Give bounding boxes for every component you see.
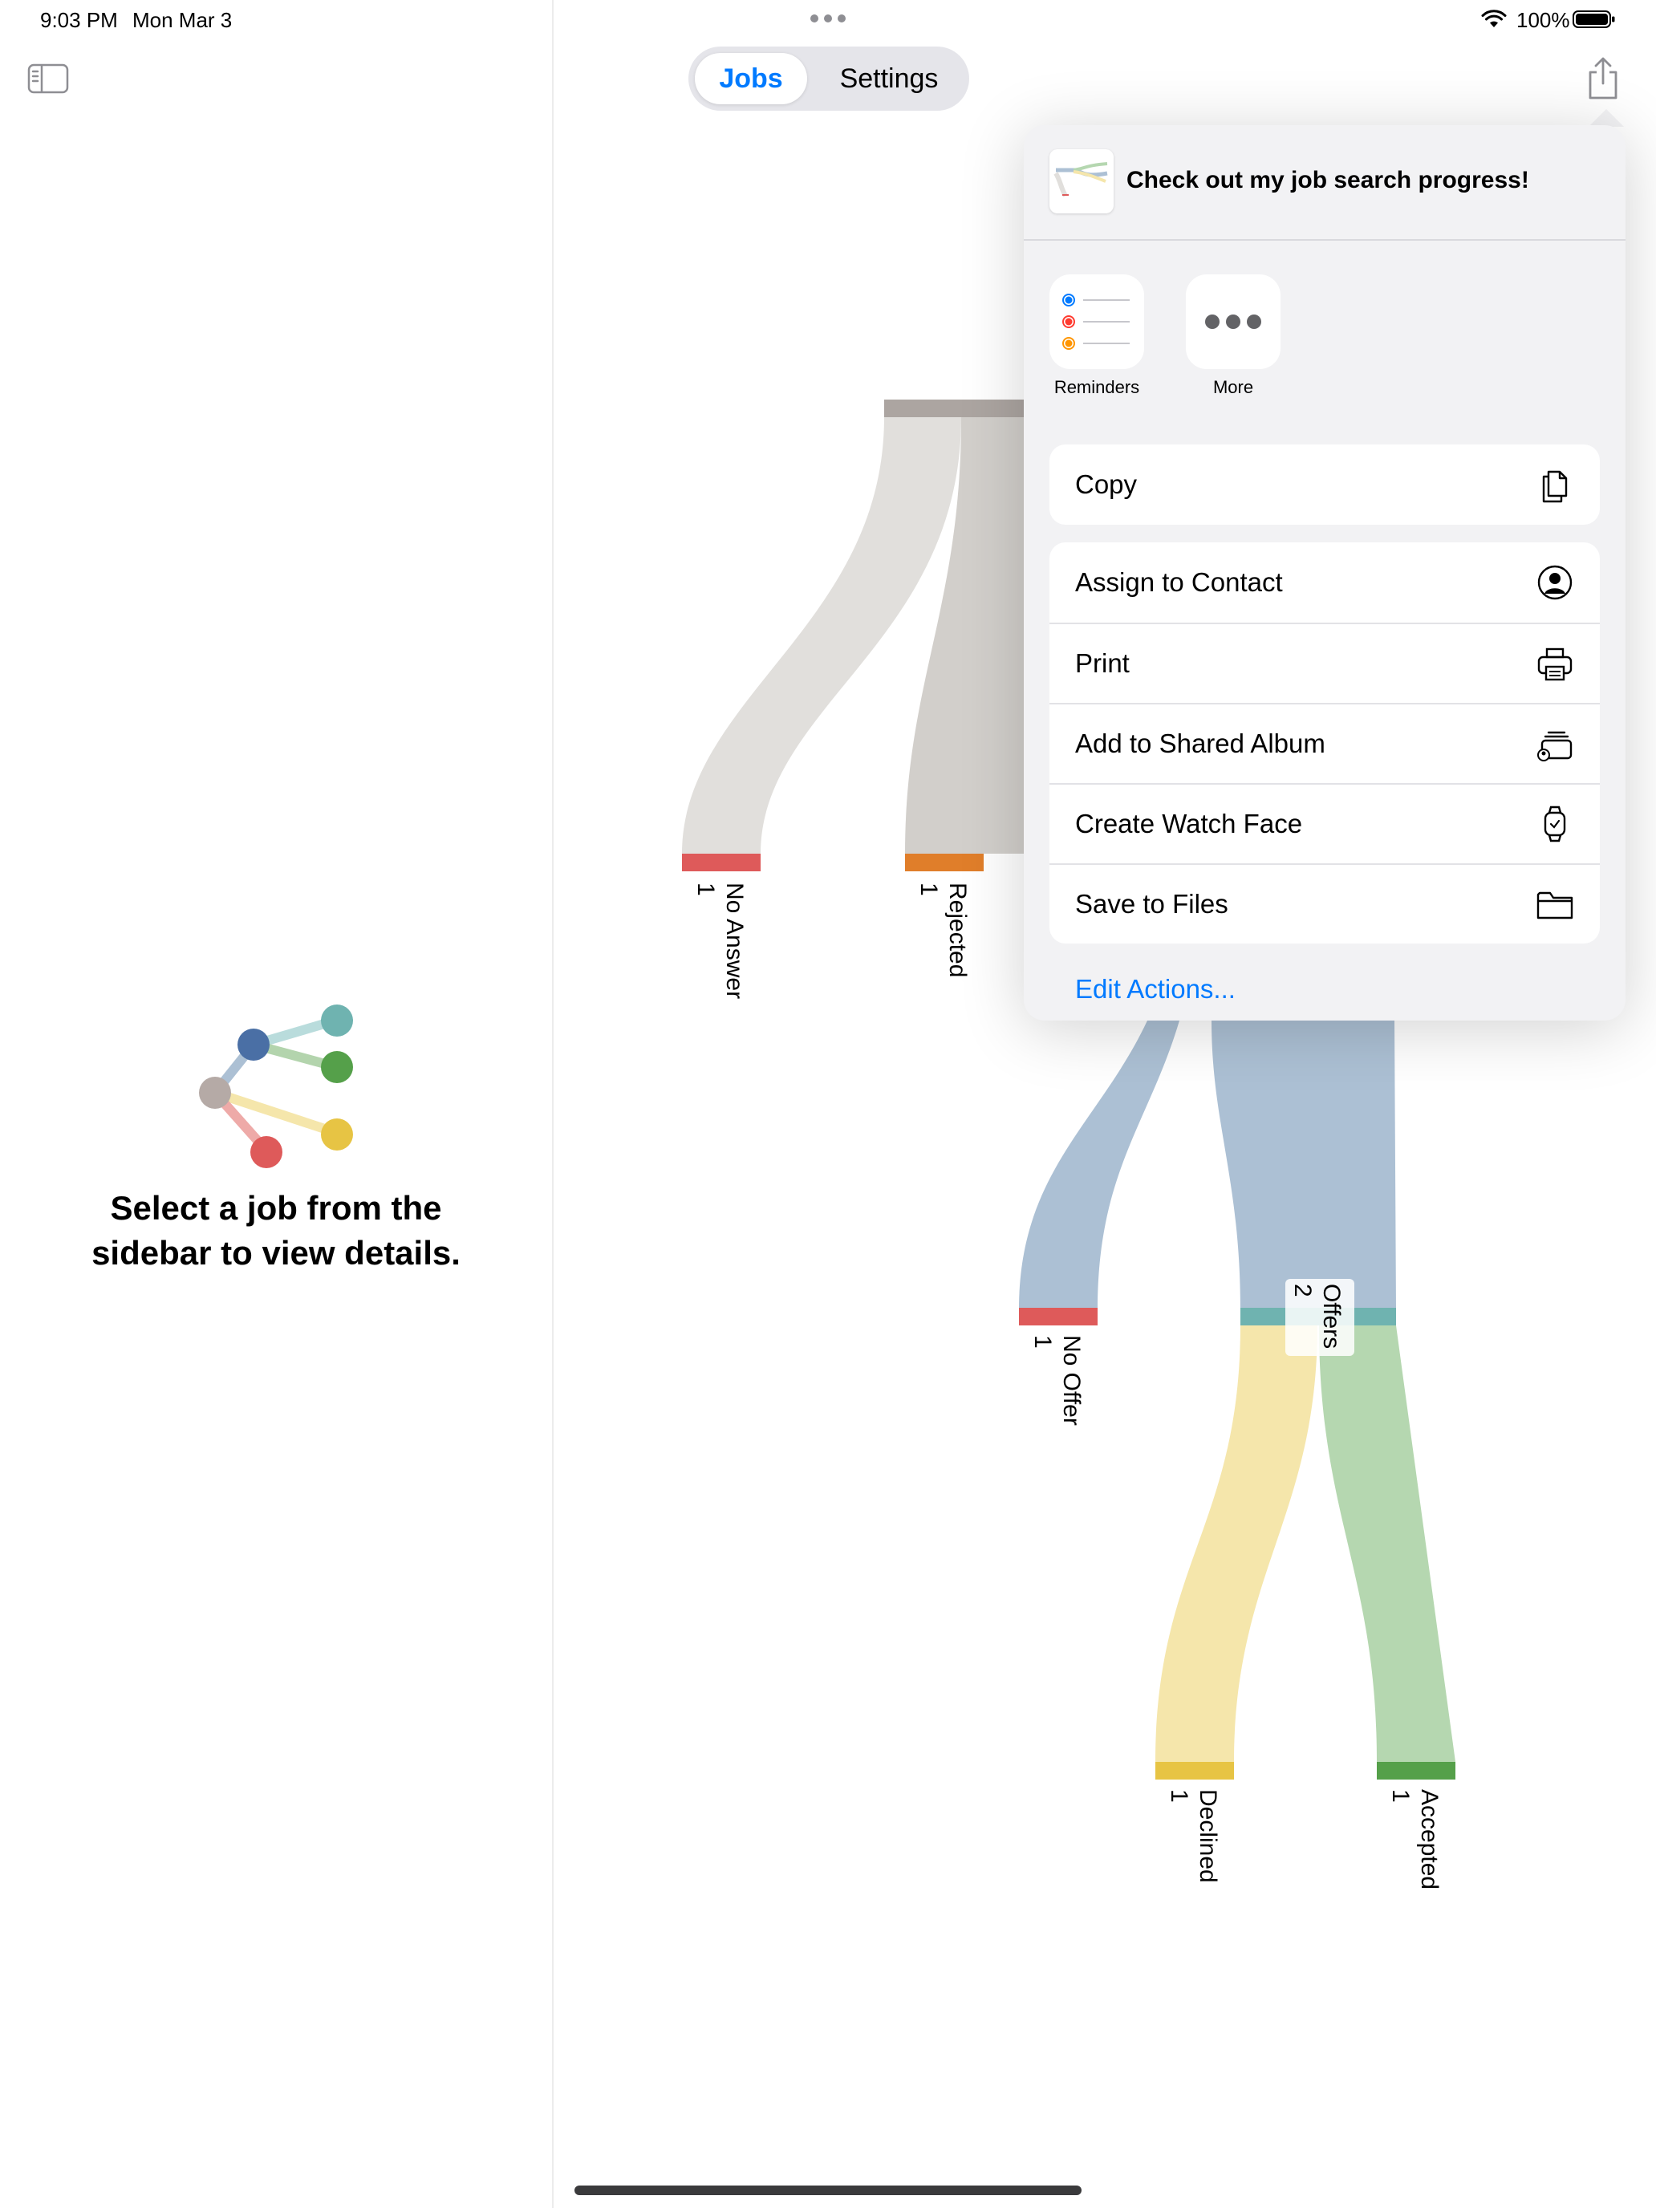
node-value-offers: 2 [1289, 1284, 1316, 1297]
share-sheet: Check out my job search progress! Remind… [1024, 125, 1626, 1021]
node-value-accepted: 1 [1387, 1789, 1414, 1803]
sidebar-toggle-icon[interactable] [27, 63, 69, 95]
copy-label: Copy [1075, 469, 1138, 499]
flow-offers-accepted [1319, 1325, 1455, 1762]
status-date: Mon Mar 3 [132, 8, 233, 32]
create-watch-face-label: Create Watch Face [1075, 809, 1303, 838]
flow-interviews-offers [1212, 1021, 1396, 1309]
reminders-label: Reminders [1053, 377, 1140, 397]
node-value-no-answer: 1 [692, 883, 719, 896]
node-label-rejected: Rejected [944, 883, 971, 977]
popover-arrow [1589, 109, 1624, 127]
add-to-shared-album-label: Add to Shared Album [1075, 729, 1325, 758]
save-to-files-button[interactable]: Save to Files [1049, 863, 1600, 944]
share-preview-thumbnail [1049, 149, 1114, 213]
print-button[interactable]: Print [1049, 623, 1600, 703]
node-label-no-offer: No Offer [1058, 1335, 1085, 1426]
more-icon [1205, 315, 1261, 329]
assign-to-contact-label: Assign to Contact [1075, 567, 1283, 597]
node-label-accepted: Accepted [1416, 1789, 1443, 1889]
node-label-offers: Offers [1318, 1284, 1345, 1349]
node-applied [884, 400, 1038, 417]
person-circle-icon [1537, 565, 1573, 600]
copy-icon [1542, 470, 1568, 503]
folder-icon [1536, 891, 1573, 919]
assign-to-contact-button[interactable]: Assign to Contact [1049, 542, 1600, 623]
status-time: 9:03 PM [40, 8, 118, 32]
share-title: Check out my job search progress! [1126, 167, 1529, 193]
watch-icon [1544, 806, 1566, 842]
empty-state-message: Select a job from the sidebar to view de… [91, 1189, 461, 1272]
node-declined [1155, 1762, 1234, 1780]
more-app-button[interactable] [1186, 274, 1281, 369]
node-rejected [905, 854, 984, 871]
shared-album-icon [1537, 731, 1573, 761]
node-value-rejected: 1 [915, 883, 942, 896]
edit-actions-link[interactable]: Edit Actions... [1075, 974, 1236, 1005]
share-icon[interactable] [1585, 56, 1621, 101]
node-label-no-answer: No Answer [721, 883, 748, 999]
node-no-offer [1019, 1308, 1098, 1325]
copy-group: Copy [1049, 444, 1600, 525]
node-no-answer [682, 854, 761, 871]
add-to-shared-album-button[interactable]: Add to Shared Album [1049, 703, 1600, 783]
copy-button[interactable]: Copy [1049, 444, 1600, 525]
printer-icon [1537, 647, 1573, 681]
home-indicator[interactable] [574, 2186, 1082, 2195]
reminders-app-button[interactable] [1049, 274, 1144, 369]
node-value-no-offer: 1 [1029, 1335, 1056, 1349]
flow-offers-declined [1155, 1325, 1317, 1762]
more-label: More [1212, 377, 1254, 397]
flow-interviews-no-offer [1019, 1021, 1181, 1309]
reminders-icon [1062, 294, 1130, 350]
print-label: Print [1075, 648, 1130, 678]
create-watch-face-button[interactable]: Create Watch Face [1049, 783, 1600, 863]
node-accepted [1377, 1762, 1455, 1780]
node-label-declined: Declined [1195, 1789, 1221, 1883]
share-header: Check out my job search progress! [1024, 125, 1626, 241]
node-value-declined: 1 [1166, 1789, 1192, 1803]
app-logo-icon [189, 995, 361, 1171]
actions-group: Assign to Contact Print Add to Shared Al… [1049, 542, 1600, 944]
save-to-files-label: Save to Files [1075, 889, 1228, 919]
